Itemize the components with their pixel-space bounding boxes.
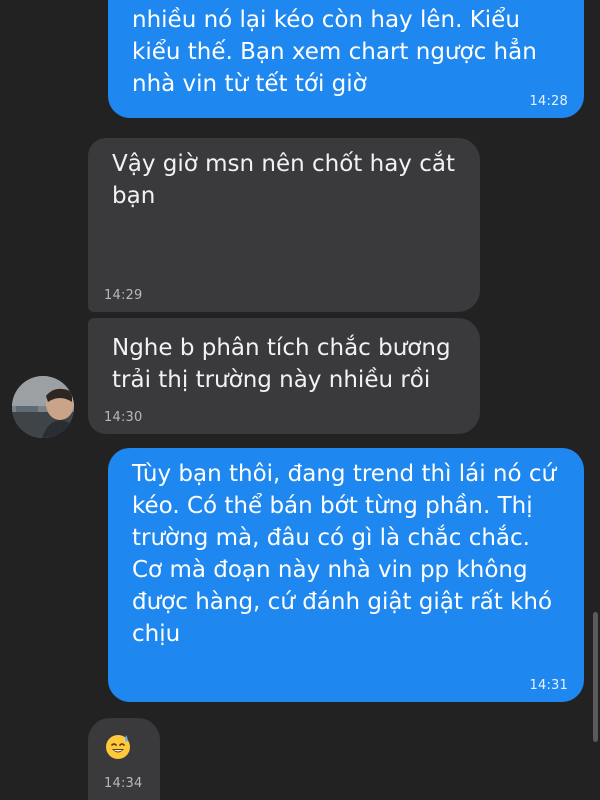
avatar[interactable] [12, 376, 74, 438]
message-text: Vậy giờ msn nên chốt hay cắt bạn [112, 151, 455, 209]
message-incoming[interactable]: Vậy giờ msn nên chốt hay cắt bạn 14:29 [88, 138, 480, 312]
message-incoming[interactable]: 14:34 [88, 718, 160, 800]
avatar-photo-icon [12, 376, 74, 438]
scrollbar-thumb[interactable] [593, 612, 598, 742]
message-text: Nghe b phân tích chắc bương trải thị trư… [112, 335, 451, 393]
message-timestamp: 14:28 [529, 94, 568, 109]
message-timestamp: 14:31 [529, 678, 568, 693]
message-text: Tùy bạn thôi, đang trend thì lái nó cứ k… [132, 461, 557, 647]
message-outgoing[interactable]: Tùy bạn thôi, đang trend thì lái nó cứ k… [108, 448, 584, 702]
message-text: nhiều nó lại kéo còn hay lên. Kiểu kiểu … [132, 7, 537, 97]
message-timestamp: 14:30 [104, 410, 143, 425]
message-timestamp: 14:34 [104, 776, 143, 791]
message-timestamp: 14:29 [104, 288, 143, 303]
sweat-smile-emoji-icon [106, 735, 130, 759]
message-incoming[interactable]: Nghe b phân tích chắc bương trải thị trư… [88, 318, 480, 434]
chat-thread: nhiều nó lại kéo còn hay lên. Kiểu kiểu … [0, 0, 600, 800]
message-outgoing[interactable]: nhiều nó lại kéo còn hay lên. Kiểu kiểu … [108, 0, 584, 118]
